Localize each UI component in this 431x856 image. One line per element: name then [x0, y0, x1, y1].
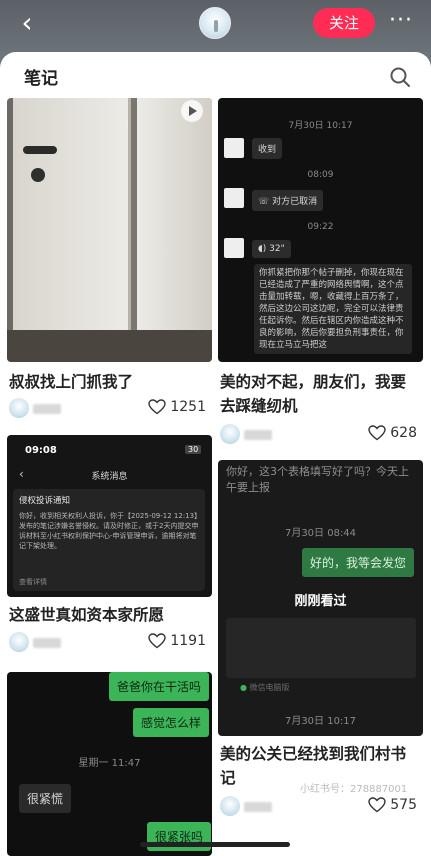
search-icon[interactable] [389, 66, 411, 88]
top-bar: ‹ 关注 ··· [0, 0, 431, 52]
wechat-label: ● 微信电脑版 [240, 683, 290, 692]
system-message-title: 系统消息 [91, 472, 128, 482]
contact-avatar [224, 238, 244, 258]
chat-bubble: 收到 [252, 138, 283, 159]
door-lock [31, 168, 45, 182]
home-indicator [140, 842, 290, 847]
notice-detail-link: 查看详情 [19, 578, 47, 586]
status-signal: 30 [185, 445, 202, 454]
video-play-icon[interactable] [181, 100, 203, 122]
floor [7, 330, 212, 362]
notes-sheet: 笔记 叔叔找上门抓我了 1251 7月30日 10:17 收到 08:09 ☏ … [0, 52, 431, 856]
voice-duration: 32" [269, 244, 285, 254]
heart-icon[interactable] [148, 633, 167, 649]
notice-title: 侵权投诉通知 [19, 496, 71, 506]
door-handle [23, 146, 57, 154]
author-avatar[interactable] [220, 424, 240, 444]
author-name-blurred [33, 404, 61, 414]
seen-overlay: 刚刚看过 [294, 594, 347, 609]
chat-bubble-sent: 爸爸你在干活吗 [109, 672, 210, 701]
note-card[interactable]: 09:08 30 ‹ 系统消息 侵权投诉通知 你好，收到相关权利人投诉，你于【2… [7, 435, 212, 661]
like-count[interactable]: 1191 [148, 633, 206, 649]
chat-time: 星期一 11:47 [78, 758, 141, 769]
status-clock: 09:08 [25, 445, 57, 456]
sheet-title: 笔记 [24, 69, 58, 89]
chat-top-text: 你好，这3个表格填写好了吗？今天上午要上报 [226, 465, 409, 494]
chat-time: 09:22 [307, 222, 334, 232]
author-name-blurred [33, 638, 61, 648]
note-title[interactable]: 这盛世真如资本家所愿 [9, 603, 209, 627]
note-thumbnail[interactable]: 爸爸你在干活吗 感觉怎么样 星期一 11:47 很紧慌 很紧张吗 [7, 672, 212, 856]
chat-time: 7月30日 10:17 [288, 121, 353, 131]
blurred-region [226, 618, 416, 678]
note-card[interactable]: 你好，这3个表格填写好了吗？今天上午要上报 7月30日 08:44 好的，我等会… [218, 460, 423, 832]
like-count[interactable]: 575 [368, 797, 417, 813]
chat-bubble-sent: 好的，我等会发您 [302, 548, 415, 577]
like-count-text: 575 [390, 797, 417, 813]
phone-icon: ☏ [258, 197, 273, 207]
note-thumbnail[interactable]: 7月30日 10:17 收到 08:09 ☏ 对方已取消 09:22 ◖) 32… [218, 98, 423, 362]
note-card[interactable]: 叔叔找上门抓我了 1251 [7, 98, 212, 428]
back-button[interactable]: ‹ [12, 9, 42, 39]
like-count-text: 1251 [170, 399, 206, 415]
author-name-blurred [244, 430, 272, 440]
wechat-icon: ● [240, 683, 250, 692]
door [13, 98, 131, 338]
like-count-text: 628 [390, 425, 417, 441]
like-count-text: 1191 [170, 633, 206, 649]
note-thumbnail[interactable]: 09:08 30 ‹ 系统消息 侵权投诉通知 你好，收到相关权利人投诉，你于【2… [7, 435, 212, 597]
follow-button[interactable]: 关注 [313, 8, 375, 38]
heart-icon[interactable] [368, 797, 386, 813]
author-name-blurred [244, 802, 272, 812]
note-thumbnail[interactable]: 你好，这3个表格填写好了吗？今天上午要上报 7月30日 08:44 好的，我等会… [218, 460, 423, 736]
watermark: 小红书号：278887001 [300, 784, 408, 795]
note-title[interactable]: 美的对不起，朋友们，我要去踩缝纫机 [220, 370, 420, 418]
heart-icon[interactable] [148, 399, 167, 415]
voice-icon: ◖) [258, 244, 270, 254]
note-card[interactable]: 爸爸你在干活吗 感觉怎么样 星期一 11:47 很紧慌 很紧张吗 [7, 672, 212, 856]
chat-time: 7月30日 10:17 [284, 716, 357, 727]
call-cancelled-bubble: ☏ 对方已取消 [252, 190, 324, 211]
transcribed-text: 你抓紧把你那个帖子删掉，你现在现在已经造成了严重的网络舆情啊，这个点击量加转载，… [254, 264, 412, 354]
contact-avatar [224, 138, 244, 158]
more-button[interactable]: ··· [386, 8, 416, 38]
note-card[interactable]: 7月30日 10:17 收到 08:09 ☏ 对方已取消 09:22 ◖) 32… [218, 98, 423, 454]
note-thumbnail[interactable] [7, 98, 212, 362]
voice-bubble: ◖) 32" [252, 240, 291, 258]
note-title[interactable]: 叔叔找上门抓我了 [9, 370, 209, 394]
wall [137, 98, 212, 338]
like-count[interactable]: 1251 [148, 399, 206, 415]
author-avatar[interactable] [199, 7, 231, 39]
call-cancelled-text: 对方已取消 [272, 197, 318, 207]
like-count[interactable]: 628 [368, 425, 417, 441]
heart-icon[interactable] [368, 425, 386, 441]
chat-time: 7月30日 08:44 [284, 528, 357, 539]
chat-time: 08:09 [307, 170, 334, 180]
notice-body: 你好，收到相关权利人投诉，你于【2025-09-12 12:13】发布的笔记涉嫌… [19, 512, 199, 550]
chat-bubble-received: 很紧慌 [19, 784, 72, 813]
author-avatar[interactable] [9, 398, 29, 418]
contact-avatar [224, 188, 244, 208]
notice-box: 侵权投诉通知 你好，收到相关权利人投诉，你于【2025-09-12 12:13】… [13, 489, 205, 591]
author-avatar[interactable] [220, 796, 240, 816]
author-avatar[interactable] [9, 632, 29, 652]
chat-bubble-sent: 感觉怎么样 [133, 708, 210, 737]
